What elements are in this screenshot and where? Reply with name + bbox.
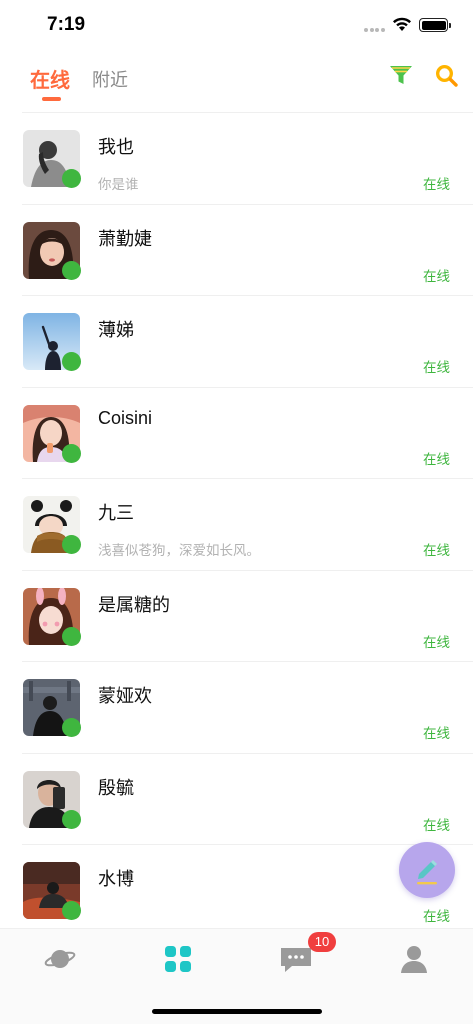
online-status: 在线	[423, 543, 450, 558]
active-tab-indicator	[42, 97, 61, 101]
funnel-icon[interactable]	[388, 62, 414, 88]
online-indicator	[62, 718, 81, 737]
online-indicator	[62, 443, 81, 463]
list-item[interactable]: 是属糖的 在线	[22, 569, 473, 662]
user-bio: 你是谁	[98, 177, 139, 192]
list-item[interactable]: 我也 你是谁 在线	[22, 112, 473, 204]
online-indicator	[62, 352, 81, 371]
status-time: 7:19	[47, 14, 86, 35]
list-item[interactable]: 殷毓 在线	[22, 752, 473, 845]
message-icon[interactable]	[278, 943, 314, 975]
wifi-icon	[393, 17, 411, 31]
online-indicator	[62, 901, 81, 920]
online-indicator	[62, 809, 81, 829]
battery-icon	[419, 18, 451, 32]
online-status: 在线	[423, 817, 450, 833]
user-name: 九三	[98, 503, 134, 523]
user-name: 萧勤婕	[98, 228, 152, 249]
online-status: 在线	[423, 634, 450, 650]
user-name: Coisini	[98, 407, 153, 428]
grid-icon[interactable]	[160, 943, 196, 975]
online-indicator	[62, 626, 81, 646]
online-status: 在线	[423, 268, 450, 284]
list-item[interactable]: 蒙娅欢 在线	[22, 661, 473, 753]
online-indicator	[62, 169, 81, 188]
compose-button[interactable]	[399, 842, 455, 898]
user-name: 殷毓	[98, 777, 134, 798]
user-list: 我也 你是谁 在线 萧勤婕 在线 薄娣 在线 Coisini 在线 九三 浅喜似…	[0, 112, 473, 936]
online-status: 在线	[423, 451, 450, 467]
top-tab-bar: 在线 附近	[0, 56, 473, 108]
search-icon[interactable]	[433, 62, 459, 88]
online-indicator	[62, 535, 81, 554]
online-status: 在线	[423, 909, 450, 924]
list-item[interactable]: Coisini 在线	[22, 386, 473, 479]
online-status: 在线	[423, 726, 450, 741]
profile-icon[interactable]	[396, 943, 432, 975]
list-item[interactable]: 九三 浅喜似苍狗，深爱如长风。 在线	[22, 478, 473, 570]
message-badge: 10	[308, 932, 336, 952]
cellular-signal-icon	[364, 28, 386, 33]
home-indicator	[152, 1009, 322, 1014]
pencil-icon	[417, 860, 437, 885]
user-name: 是属糖的	[98, 594, 170, 615]
online-indicator	[62, 260, 81, 280]
online-status: 在线	[423, 177, 450, 192]
tab-online[interactable]: 在线	[30, 64, 70, 93]
planet-icon[interactable]	[42, 943, 78, 975]
list-item[interactable]: 薄娣 在线	[22, 295, 473, 387]
list-item[interactable]: 萧勤婕 在线	[22, 203, 473, 296]
tab-nearby[interactable]: 附近	[92, 66, 128, 92]
user-bio: 浅喜似苍狗，深爱如长风。	[98, 543, 260, 558]
online-status: 在线	[423, 360, 450, 375]
user-name: 我也	[98, 137, 134, 157]
user-name: 蒙娅欢	[98, 686, 152, 706]
user-name: 薄娣	[98, 320, 134, 340]
user-name: 水博	[98, 869, 134, 889]
status-bar: 7:19	[0, 0, 473, 50]
